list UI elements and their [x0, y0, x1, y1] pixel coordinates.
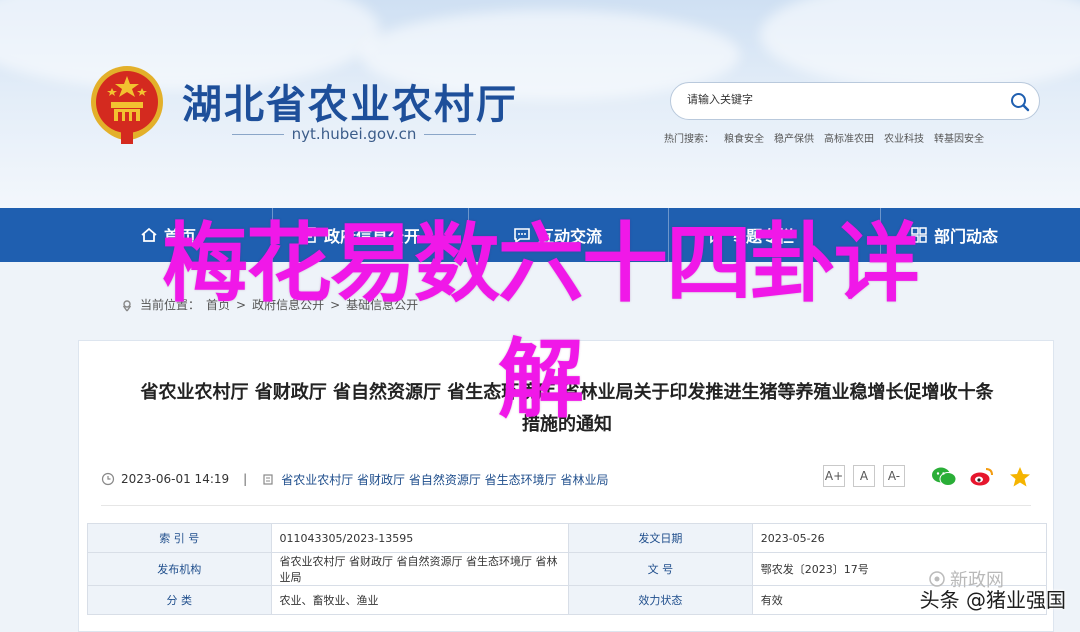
- info-key: 索 引 号: [87, 523, 272, 553]
- info-key: 文 号: [568, 552, 753, 586]
- domain-text: nyt.hubei.gov.cn: [291, 125, 417, 143]
- favorite-icon: [1010, 467, 1030, 487]
- table-row: 发布机构 省农业农村厅 省财政厅 省自然资源厅 省生态环境厅 省林业局 文 号 …: [87, 552, 1048, 586]
- hot-search-link[interactable]: 高标准农田: [824, 130, 874, 145]
- divider: [424, 133, 477, 135]
- hot-search-label: 热门搜索：: [664, 134, 714, 145]
- wechat-share-button[interactable]: [931, 465, 957, 489]
- wechat-icon: [932, 467, 957, 486]
- info-value: 农业、畜牧业、渔业: [270, 585, 570, 615]
- document-info-table: 索 引 号 011043305/2023-13595 发文日期 2023-05-…: [87, 523, 1048, 615]
- info-key: 效力状态: [568, 585, 753, 615]
- hot-search-link[interactable]: 粮食安全: [724, 130, 764, 145]
- font-default-button[interactable]: A: [853, 465, 875, 487]
- hot-search-link[interactable]: 转基因安全: [934, 130, 984, 145]
- overlay-title: 梅花易数六十四卦详 解: [0, 206, 1080, 438]
- clock-icon: [101, 472, 115, 486]
- hot-search-link[interactable]: 农业科技: [884, 130, 924, 145]
- article-source: 省农业农村厅 省财政厅 省自然资源厅 省生态环境厅 省林业局: [261, 471, 608, 488]
- article-source-text: 省农业农村厅 省财政厅 省自然资源厅 省生态环境厅 省林业局: [281, 472, 609, 487]
- publish-date-text: 2023-06-01 14:19: [121, 472, 230, 486]
- divider: [101, 505, 1031, 506]
- font-size-controls: A+ A A-: [823, 465, 905, 487]
- overlay-title-line: 解: [498, 330, 584, 430]
- divider: [232, 133, 284, 135]
- table-row: 分 类 农业、畜牧业、渔业 效力状态 有效: [87, 585, 1048, 615]
- info-key: 发布机构: [87, 552, 272, 586]
- search-box[interactable]: [670, 82, 1040, 120]
- info-key: 分 类: [87, 585, 272, 615]
- info-key: 发文日期: [568, 523, 753, 553]
- info-value: 2023-05-26: [751, 523, 1048, 553]
- meta-separator: |: [243, 472, 248, 486]
- weibo-share-button[interactable]: [969, 465, 995, 489]
- favorite-button[interactable]: [1007, 465, 1033, 489]
- watermark: 头条 @猪业强国: [919, 588, 1066, 612]
- info-value: 省农业农村厅 省财政厅 省自然资源厅 省生态环境厅 省林业局: [270, 552, 570, 586]
- hot-search-link[interactable]: 稳产保供: [774, 130, 814, 145]
- site-domain: nyt.hubei.gov.cn: [232, 125, 477, 143]
- weibo-icon: [970, 468, 993, 486]
- building-icon: [263, 474, 273, 485]
- font-increase-button[interactable]: A+: [823, 465, 845, 487]
- site-title[interactable]: 湖北省农业农村厅: [182, 72, 518, 130]
- table-row: 索 引 号 011043305/2023-13595 发文日期 2023-05-…: [87, 523, 1048, 553]
- publish-date: 2023-06-01 14:19: [101, 472, 229, 486]
- share-bar: [931, 465, 1033, 489]
- overlay-title-line: 梅花易数六十四卦详: [162, 214, 920, 314]
- search-icon[interactable]: [1009, 91, 1031, 113]
- national-emblem-icon[interactable]: [88, 64, 166, 146]
- search-input[interactable]: [685, 92, 989, 107]
- font-decrease-button[interactable]: A-: [883, 465, 905, 487]
- cloud-decoration: [760, 0, 1080, 90]
- site-header: 湖北省农业农村厅 nyt.hubei.gov.cn 热门搜索： 粮食安全 稳产保…: [0, 0, 1080, 208]
- info-value: 011043305/2023-13595: [270, 523, 570, 553]
- hot-search-bar: 热门搜索： 粮食安全 稳产保供 高标准农田 农业科技 转基因安全: [664, 130, 1054, 145]
